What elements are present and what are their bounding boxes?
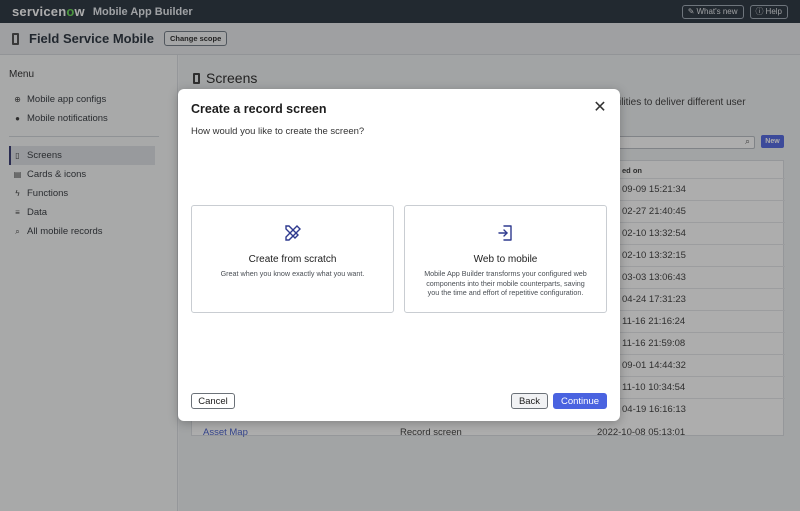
option-title: Create from scratch (248, 254, 337, 265)
dialog-title: Create a record screen (191, 102, 327, 116)
continue-button[interactable]: Continue (553, 393, 607, 409)
create-record-screen-dialog: Create a record screen ✕ How would you l… (178, 89, 620, 421)
close-icon[interactable]: ✕ (592, 100, 608, 116)
back-button[interactable]: Back (511, 393, 548, 409)
tools-icon (284, 225, 301, 241)
dialog-subtitle: How would you like to create the screen? (191, 126, 365, 137)
option-title: Web to mobile (473, 254, 538, 265)
option-description: Mobile App Builder transforms your confi… (424, 269, 587, 298)
cancel-button[interactable]: Cancel (191, 393, 235, 409)
option-description: Great when you know exactly what you wan… (220, 269, 365, 278)
import-icon (497, 225, 512, 241)
web-to-mobile-option[interactable]: Web to mobile Mobile App Builder transfo… (404, 205, 607, 313)
create-from-scratch-option[interactable]: Create from scratch Great when you know … (191, 205, 394, 313)
